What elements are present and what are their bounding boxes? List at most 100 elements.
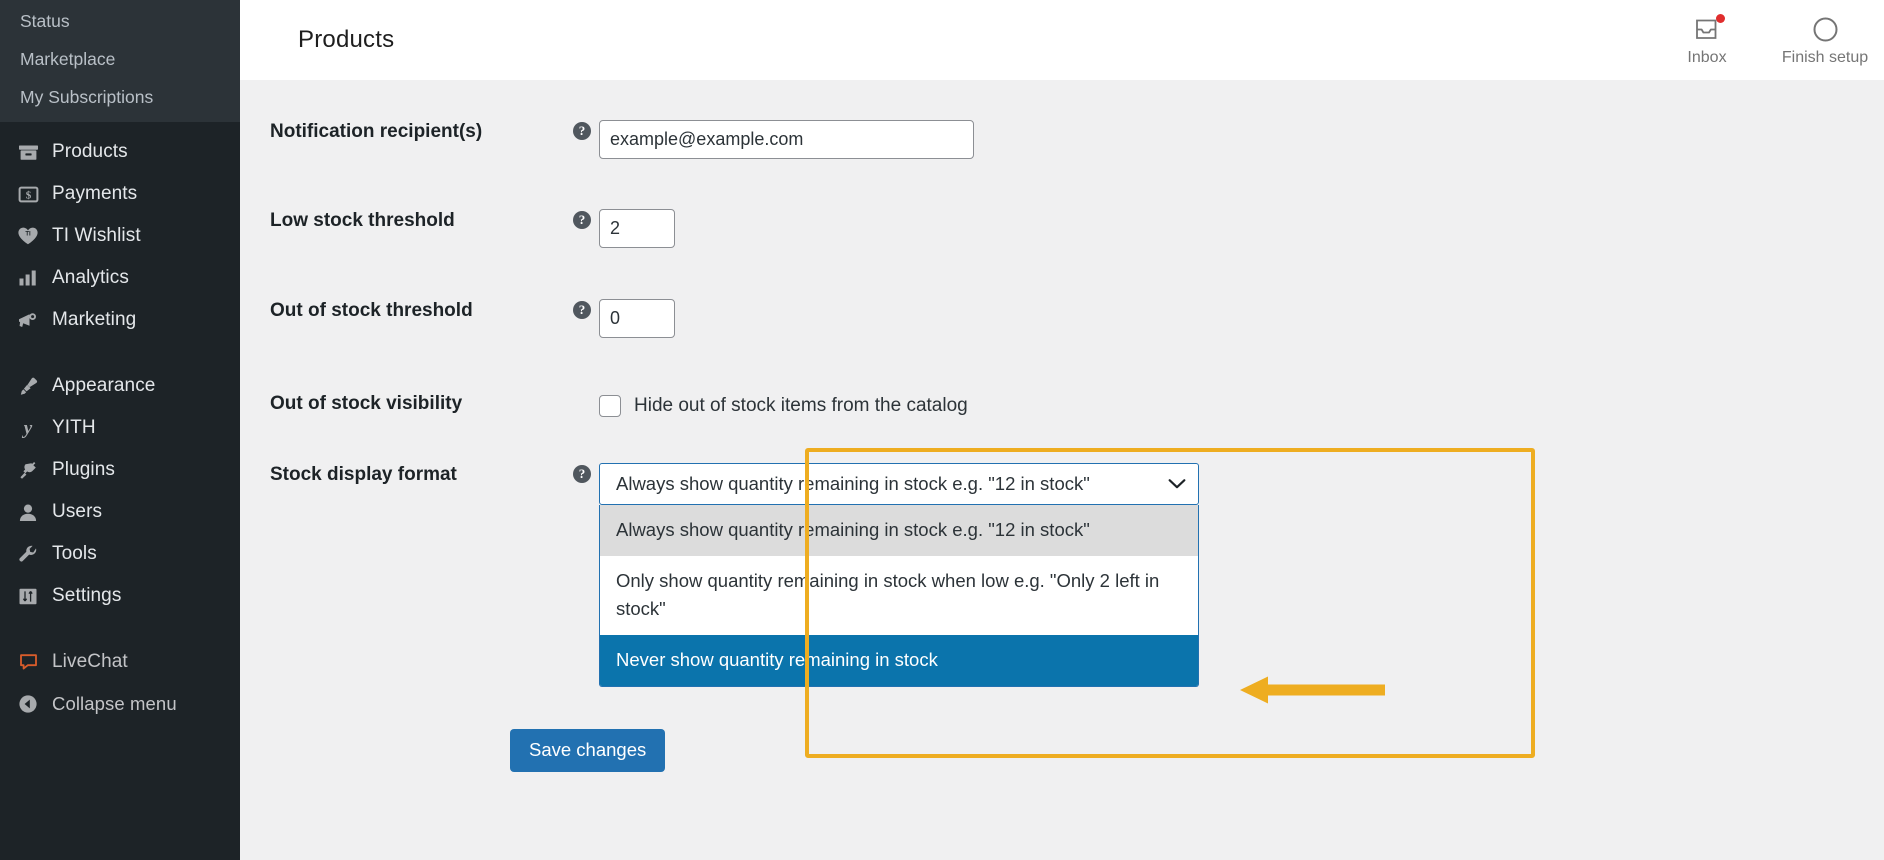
bar-chart-icon [12,265,44,291]
plug-icon [12,457,44,483]
out-of-stock-threshold-help[interactable]: ? [565,299,599,319]
sidebar-item-label: Analytics [52,267,129,288]
option-only-show-when-low[interactable]: Only show quantity remaining in stock wh… [600,556,1198,635]
admin-sidebar: Status Marketplace My Subscriptions Prod… [0,0,240,860]
settings-form: Notification recipient(s) ? Low stock th… [240,80,1884,772]
sidebar-item-label: Payments [52,183,138,204]
progress-circle-icon [1813,17,1837,41]
sidebar-item-label: Settings [52,585,122,606]
stock-display-format-select-stack: Always show quantity remaining in stock … [599,463,1199,687]
field-row-save: Save changes [240,729,1884,772]
sliders-icon [12,583,44,609]
sidebar-item-ti-wishlist[interactable]: TI TI Wishlist [0,215,240,257]
notification-recipients-input[interactable] [599,120,974,159]
paintbrush-icon [12,373,44,399]
yith-logo-icon: y [12,415,44,441]
main-content: Products Inbox Finish setup Notification… [240,0,1884,860]
sidebar-item-my-subscriptions[interactable]: My Subscriptions [0,78,240,116]
sidebar-item-plugins[interactable]: Plugins [0,449,240,491]
stock-display-format-selected-value: Always show quantity remaining in stock … [616,473,1090,494]
sidebar-item-label: YITH [52,417,96,438]
megaphone-icon [12,307,44,333]
payments-dollar-icon: $ [12,181,44,207]
help-icon: ? [573,211,591,229]
page-header: Products Inbox Finish setup [240,0,1884,80]
low-stock-threshold-help[interactable]: ? [565,209,599,229]
option-never-show[interactable]: Never show quantity remaining in stock [600,635,1198,686]
sidebar-item-marketplace[interactable]: Marketplace [0,40,240,78]
hide-out-of-stock-checkbox[interactable] [599,395,621,417]
save-changes-button[interactable]: Save changes [510,729,666,772]
notification-recipients-label: Notification recipient(s) [270,121,483,142]
sidebar-item-marketing[interactable]: Marketing [0,299,240,341]
chat-bubble-icon [12,649,44,675]
finish-setup-label: Finish setup [1781,49,1869,66]
field-row-out-of-stock-visibility: Out of stock visibility Hide out of stoc… [240,392,1884,417]
inbox-label: Inbox [1687,49,1727,66]
finish-setup-button[interactable]: Finish setup [1766,0,1884,80]
heart-wishlist-icon: TI [12,223,44,249]
svg-text:y: y [22,418,33,438]
help-icon: ? [573,465,591,483]
option-always-show[interactable]: Always show quantity remaining in stock … [600,505,1198,556]
products-icon [12,139,44,165]
low-stock-threshold-label: Low stock threshold [270,210,455,231]
sidebar-footer-spacer [0,617,240,633]
page-title: Products [298,26,395,53]
sidebar-item-tools[interactable]: Tools [0,533,240,575]
sidebar-item-label: Products [52,141,128,162]
chevron-down-icon [1160,478,1186,490]
field-row-low-stock-threshold: Low stock threshold ? [240,209,1884,248]
sidebar-item-label: Marketing [52,309,137,330]
sidebar-item-payments[interactable]: $ Payments [0,173,240,215]
sidebar-item-products[interactable]: Products [0,131,240,173]
sidebar-submenu-label: Status [20,11,70,31]
sidebar-item-settings[interactable]: Settings [0,575,240,617]
notification-recipients-help[interactable]: ? [565,120,599,140]
inbox-icon-wrap [1693,13,1725,45]
field-row-notification-recipients: Notification recipient(s) ? [240,120,1884,159]
stock-display-format-option-list[interactable]: Always show quantity remaining in stock … [599,505,1199,687]
out-of-stock-threshold-control [599,299,1884,338]
out-of-stock-threshold-input[interactable] [599,299,675,338]
sidebar-item-label: TI Wishlist [52,225,141,246]
sidebar-item-analytics[interactable]: Analytics [0,257,240,299]
sidebar-item-livechat[interactable]: LiveChat [0,641,240,683]
sidebar-admin-group: Appearance y YITH Plugins Users Tools Se… [0,357,240,617]
sidebar-item-appearance[interactable]: Appearance [0,365,240,407]
sidebar-item-label: Collapse menu [52,693,177,714]
field-row-out-of-stock-threshold: Out of stock threshold ? [240,299,1884,338]
inbox-notification-badge [1715,14,1725,23]
sidebar-item-status[interactable]: Status [0,0,240,40]
hide-out-of-stock-label: Hide out of stock items from the catalog [634,395,968,416]
header-actions: Inbox Finish setup [1648,0,1884,80]
svg-text:$: $ [25,189,31,201]
sidebar-store-group: Products $ Payments TI TI Wishlist Analy… [0,123,240,341]
sidebar-item-label: Appearance [52,375,156,396]
notification-recipients-control [599,120,1884,159]
sidebar-submenu-label: My Subscriptions [20,87,154,107]
sidebar-group-spacer [0,341,240,357]
user-icon [12,499,44,525]
stock-display-format-select[interactable]: Always show quantity remaining in stock … [599,463,1199,505]
sidebar-item-collapse-menu[interactable]: Collapse menu [0,683,240,725]
out-of-stock-threshold-label: Out of stock threshold [270,300,473,321]
sidebar-item-yith[interactable]: y YITH [0,407,240,449]
sidebar-footer-group: LiveChat Collapse menu [0,633,240,725]
progress-circle-icon-wrap [1811,13,1840,45]
out-of-stock-visibility-label: Out of stock visibility [270,393,463,414]
collapse-arrow-icon [12,691,44,717]
inbox-button[interactable]: Inbox [1648,0,1766,80]
sidebar-item-label: Tools [52,543,97,564]
sidebar-item-label: LiveChat [52,651,128,672]
stock-display-format-control: Always show quantity remaining in stock … [599,463,1884,687]
stock-display-format-help[interactable]: ? [565,463,599,483]
hide-out-of-stock-checkbox-row[interactable]: Hide out of stock items from the catalog [599,392,1884,417]
admin-page: Status Marketplace My Subscriptions Prod… [0,0,1884,860]
low-stock-threshold-input[interactable] [599,209,675,248]
help-icon: ? [573,301,591,319]
stock-display-format-label: Stock display format [270,464,457,485]
help-icon: ? [573,122,591,140]
sidebar-item-users[interactable]: Users [0,491,240,533]
out-of-stock-visibility-help-spacer [565,392,599,394]
